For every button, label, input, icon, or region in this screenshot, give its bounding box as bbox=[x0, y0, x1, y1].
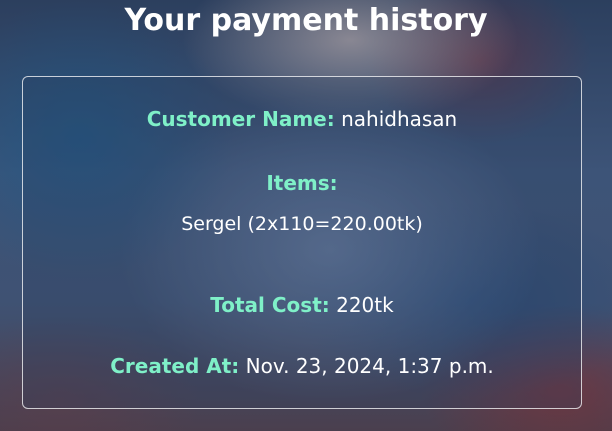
created-at-value: Nov. 23, 2024, 1:37 p.m. bbox=[245, 354, 494, 378]
payment-card: Customer Name: nahidhasan Items: Sergel … bbox=[22, 76, 582, 409]
total-cost-value: 220tk bbox=[336, 293, 394, 317]
item-text: Sergel (2x110=220.00tk) bbox=[181, 213, 423, 235]
items-row: Items: bbox=[23, 171, 581, 195]
customer-name-value: nahidhasan bbox=[341, 107, 458, 131]
customer-name-row: Customer Name: nahidhasan bbox=[23, 107, 581, 131]
total-cost-label: Total Cost: bbox=[210, 293, 330, 317]
items-label: Items: bbox=[266, 171, 338, 195]
customer-name-label: Customer Name: bbox=[146, 107, 335, 131]
list-item: Sergel (2x110=220.00tk) bbox=[23, 213, 581, 235]
created-at-label: Created At: bbox=[110, 354, 240, 378]
created-at-row: Created At: Nov. 23, 2024, 1:37 p.m. bbox=[23, 354, 581, 378]
total-cost-row: Total Cost: 220tk bbox=[23, 293, 581, 317]
page-title: Your payment history bbox=[124, 3, 488, 38]
